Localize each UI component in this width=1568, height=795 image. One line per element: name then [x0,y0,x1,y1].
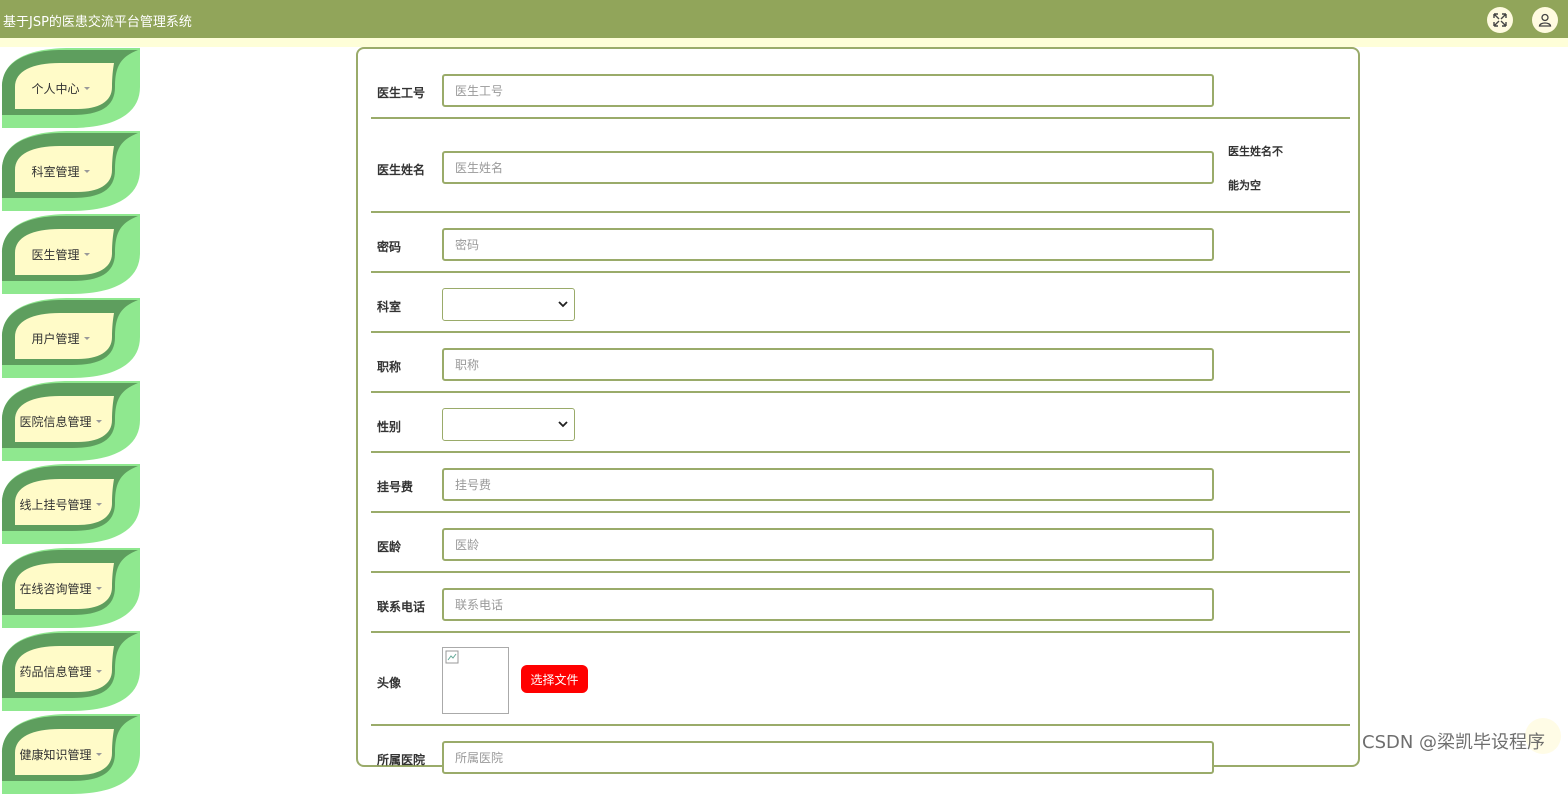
form-row-phone: 联系电话 [371,573,1350,633]
sidebar-item-label: 用户管理 [31,331,80,346]
chevron-down-icon [558,421,568,428]
caret-down-icon [83,86,90,90]
sidebar-item-online-registration-management[interactable]: 线上挂号管理 [0,463,141,545]
caret-down-icon [83,252,90,256]
doctor-form-panel: 医生工号 医生姓名 医生姓名不 能为空 密码 科室 职称 性别 挂号费 医龄 [356,47,1360,774]
doctor-id-input[interactable] [442,74,1214,107]
sidebar-item-health-knowledge-management[interactable]: 健康知识管理 [0,713,141,795]
form-row-seniority: 医龄 [371,513,1350,573]
form-row-gender: 性别 [371,393,1350,453]
form-row-doctor-name: 医生姓名 医生姓名不 能为空 [371,119,1350,213]
sidebar-item-drug-info-management[interactable]: 药品信息管理 [0,630,141,712]
sidebar-item-department-management[interactable]: 科室管理 [0,130,141,212]
form-row-password: 密码 [371,213,1350,273]
phone-input[interactable] [442,588,1214,621]
avatar-preview [442,647,509,714]
watermark: CSDN @梁凯毕设程序 [1362,732,1546,753]
sidebar-item-label: 药品信息管理 [19,664,92,679]
caret-down-icon [95,752,102,756]
sidebar-item-label: 线上挂号管理 [19,497,92,512]
user-icon [1538,13,1552,27]
fee-input[interactable] [442,468,1214,501]
title-input[interactable] [442,348,1214,381]
password-label: 密码 [377,240,402,254]
title-label: 职称 [377,360,402,374]
sidebar-item-label: 医生管理 [31,247,80,262]
top-header: 基于JSP的医患交流平台管理系统 [0,0,1568,38]
form-row-fee: 挂号费 [371,453,1350,513]
caret-down-icon [95,502,102,506]
header-strip [0,38,1568,47]
doctor-name-error: 医生姓名不 能为空 [1228,135,1288,203]
sidebar-item-user-management[interactable]: 用户管理 [0,297,141,379]
form-row-doctor-id: 医生工号 [371,49,1350,119]
caret-down-icon [95,586,102,590]
seniority-input[interactable] [442,528,1214,561]
sidebar-item-online-consultation-management[interactable]: 在线咨询管理 [0,547,141,629]
doctor-name-input[interactable] [442,151,1214,184]
expand-arrows-icon [1493,13,1507,27]
fee-label: 挂号费 [377,480,414,494]
caret-down-icon [83,169,90,173]
avatar-label: 头像 [377,676,402,690]
sidebar-item-doctor-management[interactable]: 医生管理 [0,213,141,295]
hospital-label: 所属医院 [377,753,426,767]
sidebar-item-personal-center[interactable]: 个人中心 [0,47,141,129]
form-row-title: 职称 [371,333,1350,393]
sidebar: 个人中心 科室管理 医生管理 用户管理 医院信息管理 线上挂号管理 在线咨询管理… [0,47,150,794]
sidebar-item-label: 科室管理 [31,164,80,179]
choose-file-button[interactable]: 选择文件 [521,665,588,693]
form-row-avatar: 头像 选择文件 [371,633,1350,726]
gender-label: 性别 [377,420,402,434]
department-label: 科室 [377,300,402,314]
sidebar-item-label: 健康知识管理 [19,747,92,762]
sidebar-item-label: 个人中心 [31,81,80,96]
sidebar-item-label: 在线咨询管理 [19,581,92,596]
doctor-name-label: 医生姓名 [377,163,426,177]
caret-down-icon [95,669,102,673]
gender-select[interactable] [442,408,575,441]
form-row-hospital: 所属医院 [371,726,1350,784]
seniority-label: 医龄 [377,540,402,554]
broken-image-icon [445,650,459,664]
doctor-id-label: 医生工号 [377,86,426,100]
form-row-department: 科室 [371,273,1350,333]
error-line: 能为空 [1228,179,1261,192]
password-input[interactable] [442,228,1214,261]
user-button[interactable] [1532,7,1558,33]
app-title: 基于JSP的医患交流平台管理系统 [3,15,192,30]
error-line: 医生姓名不 [1228,145,1283,158]
fullscreen-button[interactable] [1487,7,1513,33]
caret-down-icon [83,336,90,340]
sidebar-item-label: 医院信息管理 [19,414,92,429]
caret-down-icon [95,419,102,423]
phone-label: 联系电话 [377,600,426,614]
sidebar-item-hospital-info-management[interactable]: 医院信息管理 [0,380,141,462]
chevron-down-icon [558,301,568,308]
department-select[interactable] [442,288,575,321]
